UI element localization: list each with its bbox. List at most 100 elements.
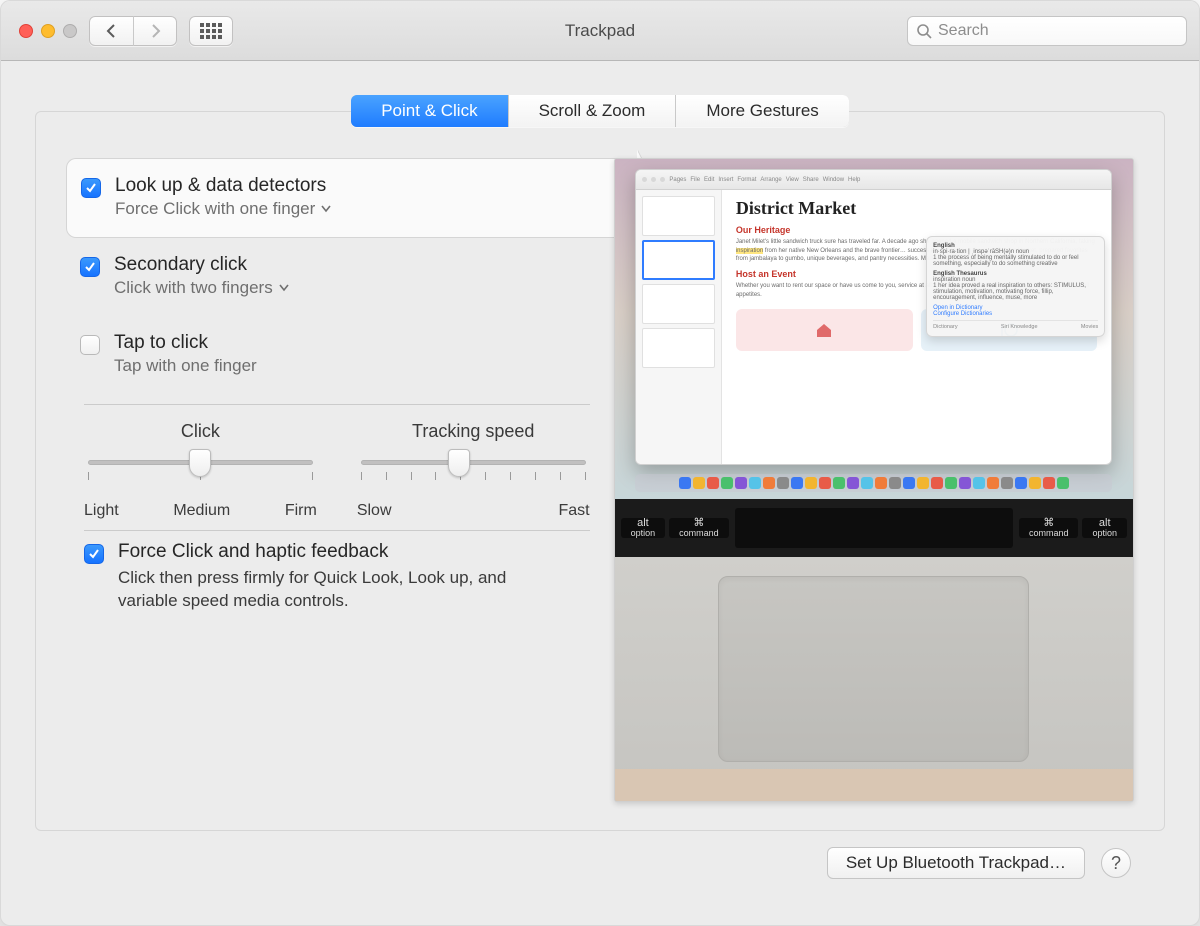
preferences-window: Trackpad Point & Click Scroll & Zoom Mor… — [0, 0, 1200, 926]
option-lookup-sub[interactable]: Force Click with one finger — [115, 199, 331, 219]
option-lookup-label: Look up & data detectors — [115, 175, 331, 197]
chevron-down-icon — [279, 284, 289, 292]
force-click-text: Force Click and haptic feedback Click th… — [118, 541, 538, 613]
search-input[interactable] — [938, 22, 1178, 40]
settings-panel: Look up & data detectors Force Click wit… — [35, 111, 1165, 831]
setup-bluetooth-trackpad-button[interactable]: Set Up Bluetooth Trackpad… — [827, 847, 1085, 879]
gesture-preview-column: Pages File Edit Insert Format Arrange Vi… — [614, 158, 1134, 802]
window-traffic-lights — [13, 24, 77, 38]
sliders-row: Click Light Medium Firm Tra — [66, 415, 608, 520]
tracking-slider-group: Tracking speed Slow Fast — [357, 421, 590, 520]
tracking-label-slow: Slow — [357, 502, 392, 520]
preview-card-home — [736, 309, 913, 351]
force-click-label: Force Click and haptic feedback — [118, 541, 538, 563]
checkmark-icon — [88, 548, 100, 560]
key-command-left: ⌘command — [669, 518, 729, 538]
popover-def2: 1 her idea proved a real inspiration to … — [933, 283, 1098, 301]
preview-menu-arrange: Arrange — [760, 177, 781, 183]
minimize-window-button[interactable] — [41, 24, 55, 38]
footer-row: Set Up Bluetooth Trackpad… ? — [35, 831, 1165, 905]
preview-menu-pages: Pages — [669, 177, 686, 183]
checkbox-tap-to-click[interactable] — [80, 335, 100, 355]
popover-def: 1 the process of being mentally stimulat… — [933, 255, 1098, 267]
checkmark-icon — [84, 261, 96, 273]
tracking-slider-thumb[interactable] — [448, 449, 470, 477]
option-tap-sub: Tap with one finger — [114, 356, 257, 376]
preview-app-menubar: Pages File Edit Insert Format Arrange Vi… — [636, 170, 1111, 190]
preview-menu-insert: Insert — [718, 177, 733, 183]
help-button[interactable]: ? — [1101, 848, 1131, 878]
zoom-window-button[interactable] — [63, 24, 77, 38]
tracking-slider[interactable] — [357, 452, 590, 492]
preview-trackpad — [718, 576, 1029, 762]
tab-point-click[interactable]: Point & Click — [351, 95, 507, 127]
key-command-right: ⌘command — [1019, 518, 1079, 538]
show-all-button[interactable] — [189, 16, 233, 46]
preview-lookup-popover: English in·spi·ra·tion | ˌinspəˈrāSH(ə)n… — [926, 236, 1105, 337]
forward-button[interactable] — [133, 16, 177, 46]
preview-menu-help: Help — [848, 177, 860, 183]
close-window-button[interactable] — [19, 24, 33, 38]
option-secondary-click[interactable]: Secondary click Click with two fingers — [66, 238, 608, 316]
preview-menu-file: File — [690, 177, 700, 183]
preview-heading-heritage: Our Heritage — [736, 225, 1097, 235]
chevron-down-icon — [321, 205, 331, 213]
preview-desk — [615, 769, 1133, 801]
divider — [84, 530, 590, 531]
click-slider-thumb[interactable] — [189, 449, 211, 477]
option-lookup[interactable]: Look up & data detectors Force Click wit… — [66, 158, 638, 238]
preview-menu-view: View — [786, 177, 799, 183]
preview-highlighted-word: inspiration — [736, 248, 763, 254]
option-secondary-text: Secondary click Click with two fingers — [114, 254, 289, 298]
option-force-click[interactable]: Force Click and haptic feedback Click th… — [66, 541, 608, 613]
preview-thumb-selected — [642, 240, 714, 280]
click-label-firm: Firm — [285, 502, 317, 520]
popover-tab-movies: Movies — [1081, 324, 1098, 330]
house-icon — [814, 320, 834, 340]
option-secondary-label: Secondary click — [114, 254, 289, 276]
preview-thumb — [642, 284, 714, 324]
tracking-slider-heading: Tracking speed — [412, 421, 534, 442]
back-button[interactable] — [89, 16, 133, 46]
chevron-left-icon — [105, 24, 117, 38]
preview-thumb — [642, 328, 714, 368]
preview-menu-share: Share — [803, 177, 819, 183]
titlebar: Trackpad — [1, 1, 1199, 61]
option-secondary-sub-text: Click with two fingers — [114, 278, 273, 298]
option-tap-to-click[interactable]: Tap to click Tap with one finger — [66, 316, 608, 394]
preview-menu-window: Window — [823, 177, 844, 183]
preview-dock — [635, 474, 1112, 492]
preview-screen: Pages File Edit Insert Format Arrange Vi… — [615, 159, 1133, 499]
checkmark-icon — [85, 182, 97, 194]
click-slider-heading: Click — [181, 421, 220, 442]
click-slider-labels: Light Medium Firm — [84, 502, 317, 520]
force-click-desc: Click then press firmly for Quick Look, … — [118, 567, 538, 613]
nav-back-forward — [89, 16, 177, 46]
click-slider[interactable] — [84, 452, 317, 492]
popover-tab-siri: Siri Knowledge — [1001, 324, 1038, 330]
click-slider-group: Click Light Medium Firm — [84, 421, 317, 520]
option-secondary-sub[interactable]: Click with two fingers — [114, 278, 289, 298]
divider — [84, 404, 590, 405]
option-tap-text: Tap to click Tap with one finger — [114, 332, 257, 376]
tab-more-gestures[interactable]: More Gestures — [675, 95, 848, 127]
preview-thumbnails — [636, 190, 721, 464]
popover-footer: Dictionary Siri Knowledge Movies — [933, 320, 1098, 330]
checkbox-secondary-click[interactable] — [80, 257, 100, 277]
key-option-right: altoption — [1082, 518, 1127, 538]
grid-icon-button[interactable] — [189, 16, 233, 46]
chevron-right-icon — [150, 24, 162, 38]
tab-scroll-zoom[interactable]: Scroll & Zoom — [508, 95, 676, 127]
option-lookup-sub-text: Force Click with one finger — [115, 199, 315, 219]
checkbox-lookup[interactable] — [81, 178, 101, 198]
checkbox-force-click[interactable] — [84, 544, 104, 564]
tracking-slider-ticks — [361, 472, 586, 480]
tab-bar: Point & Click Scroll & Zoom More Gesture… — [351, 95, 849, 127]
grid-icon — [200, 23, 222, 39]
option-lookup-text: Look up & data detectors Force Click wit… — [115, 175, 331, 219]
preview-keyboard: altoption ⌘command ⌘command altoption — [615, 499, 1133, 557]
preview-app-body: District Market Our Heritage Janet Milet… — [636, 190, 1111, 464]
search-field[interactable] — [907, 16, 1187, 46]
tracking-slider-labels: Slow Fast — [357, 502, 590, 520]
preview-doc-title: District Market — [736, 198, 1097, 219]
